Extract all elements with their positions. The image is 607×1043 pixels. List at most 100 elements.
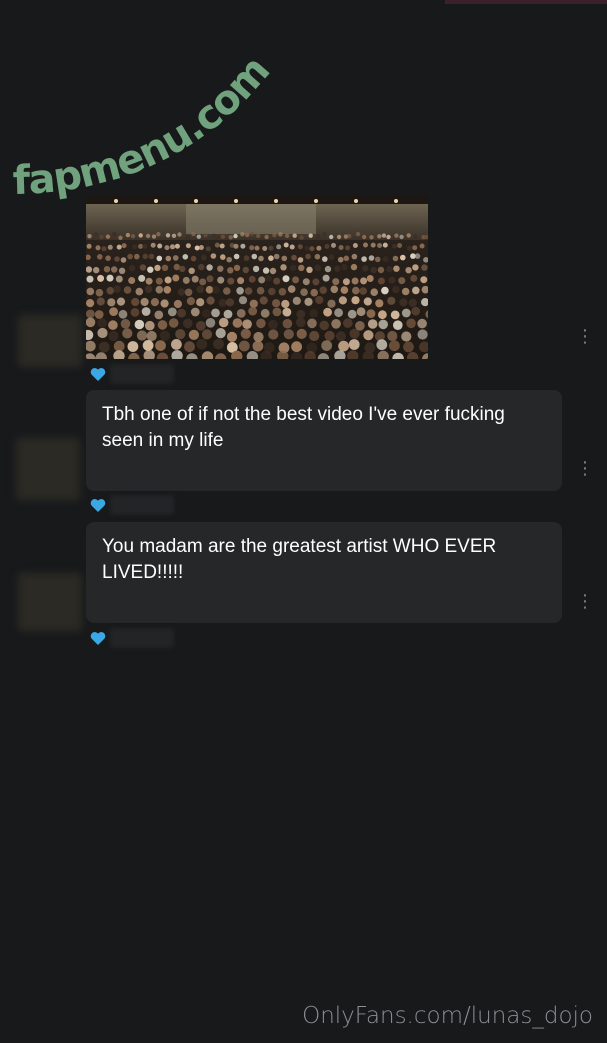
crowd-figure bbox=[107, 244, 113, 250]
crowd-figure bbox=[292, 296, 301, 305]
crowd-figure bbox=[206, 296, 215, 305]
crowd-figure bbox=[225, 298, 235, 307]
crowd-figure bbox=[132, 244, 138, 250]
crowd-figure bbox=[352, 243, 358, 248]
message-bubble[interactable]: Tbh one of if not the best video I've ev… bbox=[86, 390, 562, 491]
crowd-figure bbox=[252, 265, 260, 273]
crowd-figure bbox=[282, 307, 292, 317]
crowd-figure bbox=[319, 320, 329, 331]
crowd-figure bbox=[242, 266, 249, 274]
more-vertical-icon[interactable]: ⋮ bbox=[576, 591, 594, 611]
crowd-figure bbox=[388, 276, 396, 284]
crowd-figure bbox=[295, 317, 306, 328]
crowd-figure bbox=[314, 264, 321, 271]
heart-icon[interactable] bbox=[90, 367, 106, 382]
crowd-figure bbox=[201, 254, 207, 261]
crowd-figure bbox=[142, 243, 148, 249]
crowd-figure bbox=[185, 235, 190, 240]
crowd-figure bbox=[218, 317, 229, 328]
heart-icon[interactable] bbox=[90, 498, 106, 513]
crowd-figure bbox=[179, 265, 186, 273]
crowd-figure bbox=[370, 288, 379, 296]
crowd-figure bbox=[210, 253, 217, 259]
crowd-figure bbox=[211, 233, 216, 238]
crowd-figure bbox=[113, 340, 125, 352]
crowd-figure bbox=[374, 256, 381, 263]
crowd-figure bbox=[173, 299, 182, 309]
crowd-figure bbox=[297, 244, 303, 250]
crowd-figure bbox=[269, 267, 277, 275]
crowd-figure bbox=[138, 274, 146, 282]
crowd-figure bbox=[101, 246, 107, 252]
crowd-figure bbox=[249, 245, 255, 251]
crowd-figure bbox=[306, 266, 313, 273]
crowd-figure bbox=[201, 309, 211, 318]
crowd-figure bbox=[131, 297, 140, 307]
crowd-figure bbox=[220, 234, 226, 239]
more-vertical-icon[interactable]: ⋮ bbox=[576, 458, 594, 478]
crowd-figure bbox=[377, 243, 383, 248]
crowd-figure bbox=[97, 274, 105, 282]
crowd-figure bbox=[164, 276, 172, 284]
crowd-figure bbox=[322, 274, 330, 282]
message-text: You madam are the greatest artist WHO EV… bbox=[102, 536, 497, 583]
crowd-figure bbox=[331, 242, 336, 248]
sender-avatar[interactable] bbox=[18, 573, 82, 631]
crowd-figure bbox=[343, 318, 353, 328]
crowd-figure bbox=[157, 320, 168, 330]
crowd-figure bbox=[190, 255, 197, 262]
crowd-figure bbox=[254, 245, 260, 251]
crowd-figure bbox=[206, 264, 213, 271]
crowd-figure bbox=[392, 243, 397, 249]
sender-avatar[interactable] bbox=[16, 438, 80, 500]
message-bubble[interactable]: You madam are the greatest artist WHO EV… bbox=[86, 522, 562, 623]
crowd-figure bbox=[115, 275, 123, 283]
sender-avatar[interactable] bbox=[18, 315, 82, 367]
crowd-figure bbox=[264, 274, 272, 282]
crowd-figure bbox=[406, 245, 412, 251]
crowd-figure bbox=[198, 263, 205, 271]
crowd-figure bbox=[316, 234, 321, 239]
message-media-image[interactable] bbox=[86, 196, 428, 359]
crowd-figure bbox=[249, 299, 258, 308]
crowd-figure bbox=[98, 341, 110, 353]
crowd-figure bbox=[370, 266, 377, 274]
crowd-figure bbox=[164, 245, 170, 251]
crowd-figure bbox=[219, 243, 225, 249]
crowd-figure bbox=[118, 267, 126, 274]
crowd-figure bbox=[150, 298, 159, 307]
crowd-figure bbox=[86, 317, 96, 328]
more-vertical-icon[interactable]: ⋮ bbox=[576, 326, 594, 346]
crowd-figure bbox=[113, 285, 121, 293]
crowd-figure bbox=[258, 255, 264, 262]
crowd-figure bbox=[226, 331, 238, 342]
crowd-figure bbox=[256, 286, 265, 295]
crowd-figure bbox=[390, 310, 400, 320]
heart-icon[interactable] bbox=[90, 631, 106, 646]
crowd-figure bbox=[232, 318, 243, 328]
crowd-figure bbox=[138, 233, 143, 238]
crowd-figure bbox=[321, 340, 333, 351]
crowd-figure bbox=[165, 233, 171, 238]
crowd-figure bbox=[352, 286, 360, 295]
crowd-figure bbox=[128, 277, 136, 284]
crowd-figure bbox=[93, 232, 99, 237]
crowd-figure bbox=[97, 318, 107, 328]
crowd-figure bbox=[227, 267, 234, 274]
message-meta bbox=[90, 626, 174, 650]
crowd-figure bbox=[112, 232, 117, 237]
crowd-figure bbox=[359, 287, 368, 295]
timestamp-redacted bbox=[110, 495, 174, 515]
crowd-figure bbox=[120, 319, 131, 329]
crowd-figure bbox=[315, 295, 324, 305]
crowd-figure bbox=[378, 319, 389, 330]
crowd-figure bbox=[363, 330, 374, 341]
crowd-figure bbox=[127, 253, 133, 260]
crowd-figure bbox=[233, 253, 240, 260]
crowd-figure bbox=[116, 244, 122, 250]
crowd-figure bbox=[420, 276, 428, 284]
crowd-figure bbox=[252, 340, 264, 352]
crowd-figure bbox=[366, 275, 374, 282]
crowd-figure bbox=[97, 254, 103, 260]
crowd-figure bbox=[307, 318, 317, 329]
